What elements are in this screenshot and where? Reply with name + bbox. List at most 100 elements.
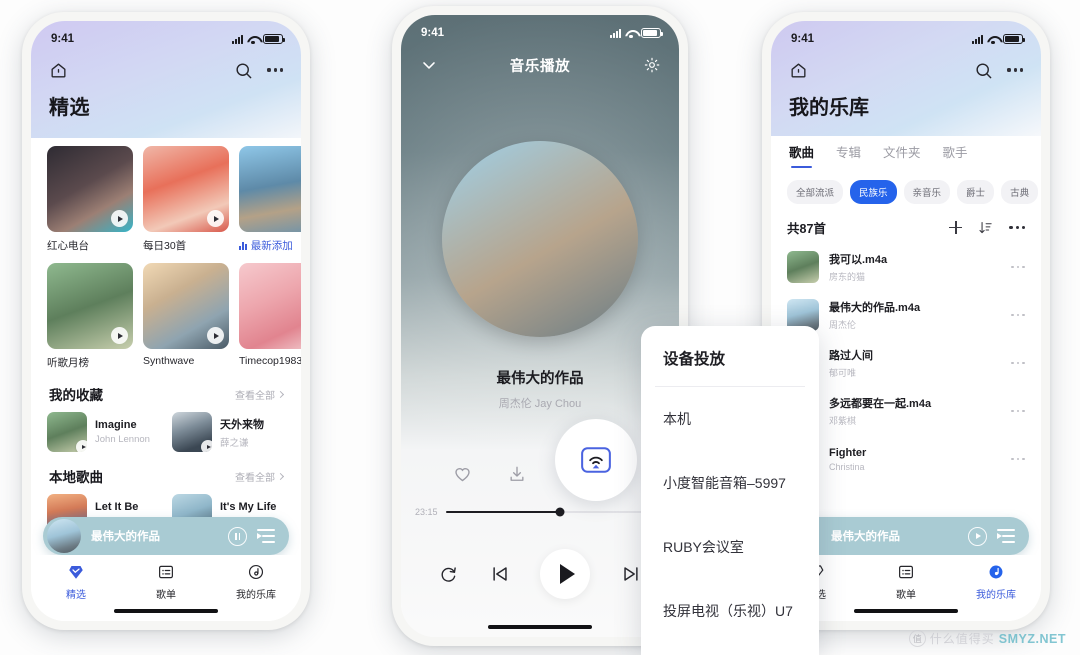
repeat-icon[interactable]	[438, 564, 459, 585]
list-item[interactable]: Imagine John Lennon	[47, 412, 160, 452]
cast-button[interactable]	[555, 419, 637, 501]
view-all-link[interactable]: 查看全部	[235, 469, 285, 484]
play-icon[interactable]	[111, 327, 128, 344]
now-playing-title: 最伟大的作品	[496, 371, 584, 387]
phone3-navbar	[771, 51, 1041, 85]
tab-playlists[interactable]: 歌单	[861, 563, 951, 601]
more-icon[interactable]	[267, 68, 283, 72]
row-more-icon[interactable]	[1011, 409, 1025, 413]
featured-card[interactable]: Synthwave	[143, 263, 229, 370]
card-caption: 每日30首	[143, 240, 187, 252]
playlist-box-icon	[159, 565, 173, 579]
table-row[interactable]: 我可以.m4a 房东的猫	[771, 243, 1041, 291]
tab-albums[interactable]: 专辑	[836, 142, 861, 168]
playlist-icon[interactable]	[997, 529, 1015, 543]
tab-folders[interactable]: 文件夹	[883, 142, 921, 168]
wifi-icon	[625, 29, 637, 38]
phone3-nav-actions	[974, 61, 1023, 80]
song-list-actions	[949, 220, 1025, 235]
play-icon[interactable]	[201, 440, 212, 452]
watermark-logo: 值	[908, 630, 926, 647]
play-icon[interactable]	[207, 327, 224, 344]
album-art	[239, 146, 301, 232]
phone1-navbar	[31, 51, 301, 85]
home-icon[interactable]	[789, 61, 808, 80]
tab-library[interactable]: 我的乐库	[211, 563, 301, 601]
play-icon[interactable]	[76, 440, 87, 452]
chip-folk[interactable]: 民族乐	[850, 180, 897, 204]
card-caption: 红心电台	[47, 240, 89, 252]
chip-pop[interactable]: 亲音乐	[903, 180, 951, 204]
cast-device-speaker[interactable]: 小度智能音箱–5997	[641, 451, 819, 515]
list-item[interactable]: 天外来物 薛之谦	[172, 412, 285, 452]
cast-device-local[interactable]: 本机	[641, 387, 819, 451]
tab-label: 歌单	[156, 590, 176, 601]
card-caption: Timecop1983	[239, 355, 301, 367]
mini-player[interactable]: 最伟大的作品	[783, 517, 1029, 555]
play-icon[interactable]	[207, 210, 224, 227]
favorites-list: Imagine John Lennon 天外来物 薛之谦	[31, 412, 301, 452]
pause-icon[interactable]	[228, 526, 247, 546]
row-meta: 最伟大的作品.m4a 周杰伦	[829, 299, 1001, 331]
watermark-cn: 什么值得买	[929, 632, 995, 646]
chevron-right-icon	[276, 472, 285, 480]
tab-playlists[interactable]: 歌单	[121, 563, 211, 601]
play-button[interactable]	[540, 549, 591, 599]
next-icon[interactable]	[620, 563, 642, 585]
album-art	[143, 263, 229, 349]
cast-device-meeting-room[interactable]: RUBY会议室	[641, 515, 819, 579]
featured-card[interactable]: 听歌月榜	[47, 263, 133, 370]
row-meta: Fighter Christina	[829, 447, 1001, 472]
page-title: 精选	[49, 97, 90, 119]
music-disc-icon	[989, 565, 1003, 579]
screenshot-stage: 9:41 精选 红心电台 每日30首 最新添加 听歌月榜 Synthwave T…	[0, 0, 1080, 655]
signal-icon	[232, 34, 243, 44]
tab-artists[interactable]: 歌手	[943, 142, 968, 168]
row-more-icon[interactable]	[1011, 265, 1025, 269]
list-item-meta: Imagine John Lennon	[95, 419, 150, 445]
signal-icon	[972, 34, 983, 44]
play-icon[interactable]	[111, 210, 128, 227]
section-title: 本地歌曲	[49, 470, 103, 485]
row-more-icon[interactable]	[1011, 457, 1025, 461]
view-all-link[interactable]: 查看全部	[235, 387, 285, 402]
featured-card[interactable]: 红心电台	[47, 146, 133, 253]
featured-card[interactable]: Timecop1983	[239, 263, 301, 370]
plus-icon[interactable]	[949, 221, 963, 234]
mini-player-title: 最伟大的作品	[91, 531, 160, 543]
search-icon[interactable]	[234, 61, 253, 80]
mini-player[interactable]: 最伟大的作品	[43, 517, 289, 555]
progress-knob[interactable]	[555, 507, 565, 517]
heart-icon[interactable]	[452, 463, 473, 484]
phone3-header: 9:41 我的乐库	[771, 21, 1041, 136]
previous-icon[interactable]	[489, 563, 511, 585]
download-icon[interactable]	[507, 464, 527, 484]
chip-jazz[interactable]: 爵士	[957, 180, 995, 204]
chip-all-genres[interactable]: 全部流派	[787, 180, 844, 204]
sort-icon[interactable]	[978, 220, 993, 235]
progress-row: 23:15	[415, 507, 665, 517]
tab-library[interactable]: 我的乐库	[951, 563, 1041, 601]
progress-bar[interactable]	[445, 507, 665, 517]
play-icon[interactable]	[968, 526, 987, 546]
row-more-icon[interactable]	[1011, 313, 1025, 317]
album-art	[47, 263, 133, 349]
phone1-header: 9:41 精选	[31, 21, 301, 138]
more-icon[interactable]	[1009, 225, 1025, 230]
row-more-icon[interactable]	[1011, 361, 1025, 365]
search-icon[interactable]	[974, 61, 993, 80]
featured-card[interactable]: 最新添加	[239, 146, 301, 253]
album-art	[172, 412, 212, 452]
cast-device-tv[interactable]: 投屏电视（乐视）U7	[641, 579, 819, 643]
album-cover[interactable]	[442, 141, 638, 337]
playlist-icon[interactable]	[257, 529, 275, 543]
home-icon[interactable]	[49, 61, 68, 80]
music-disc-icon	[248, 564, 264, 580]
tab-featured[interactable]: 精选	[31, 563, 121, 601]
status-bar: 9:41	[771, 21, 1041, 51]
song-title: 天外来物	[220, 418, 264, 431]
tab-songs[interactable]: 歌曲	[789, 142, 814, 169]
featured-card[interactable]: 每日30首	[143, 146, 229, 253]
chip-classical[interactable]: 古典	[1001, 180, 1039, 204]
more-icon[interactable]	[1007, 68, 1023, 72]
